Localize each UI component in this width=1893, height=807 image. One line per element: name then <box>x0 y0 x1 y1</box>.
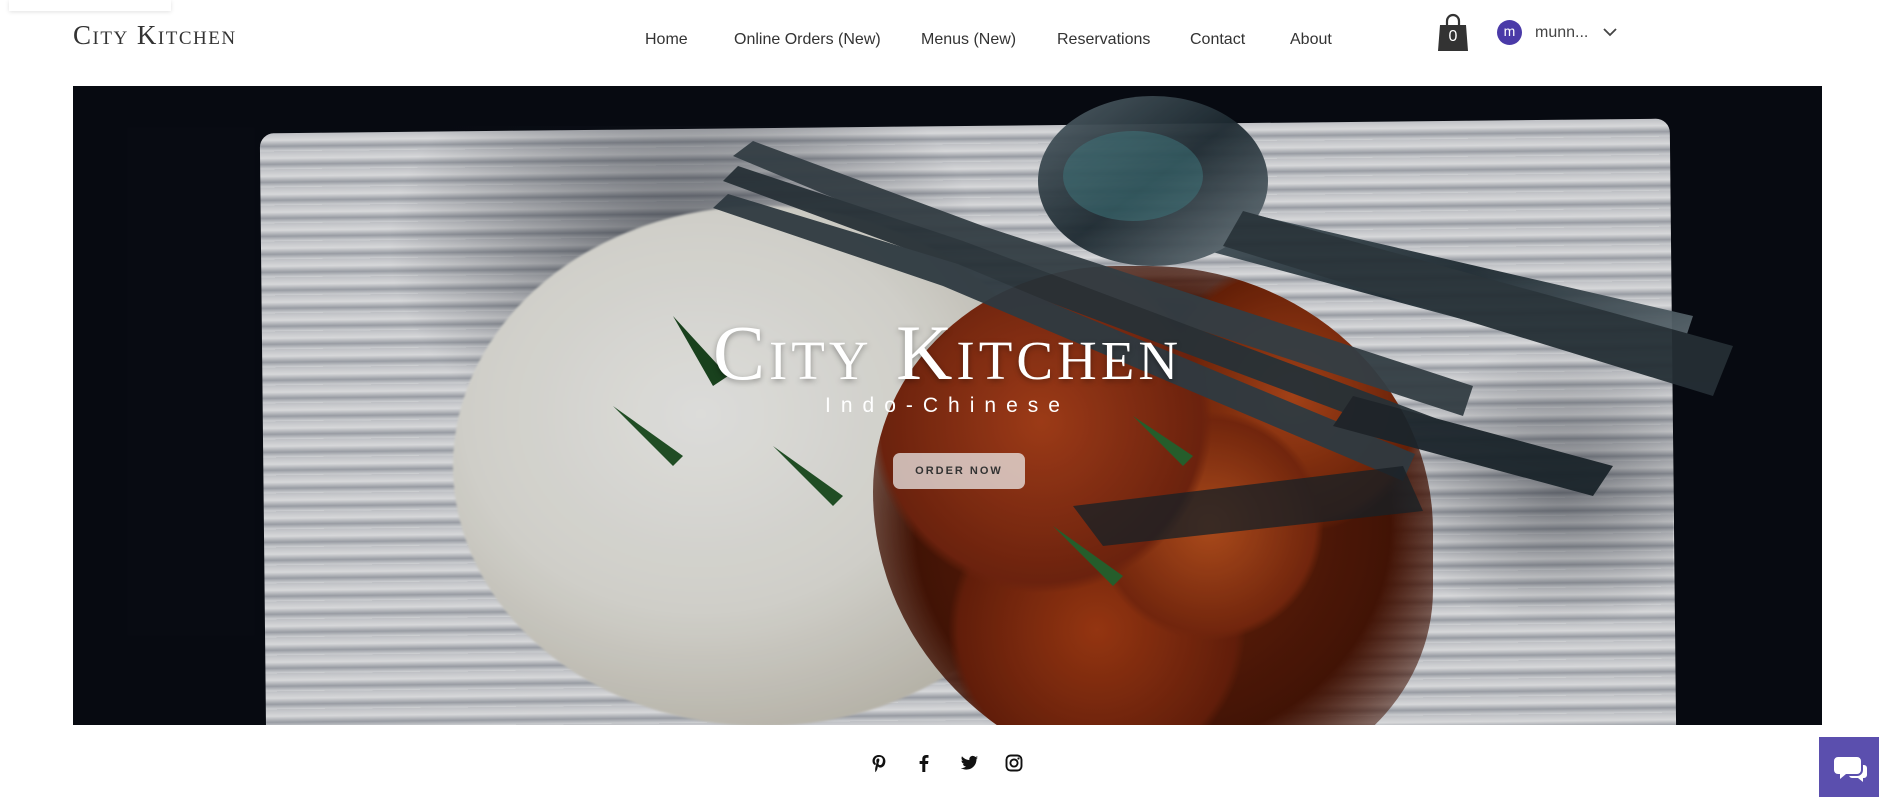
twitter-icon[interactable] <box>958 752 980 774</box>
hero-title: City Kitchen <box>712 309 1183 396</box>
hero-banner: City Kitchen Indo-Chinese ORDER NOW <box>73 86 1822 725</box>
cart-count: 0 <box>1448 28 1458 45</box>
order-now-button[interactable]: ORDER NOW <box>893 453 1025 489</box>
nav-item-online-orders[interactable]: Online Orders (New) <box>734 31 881 49</box>
nav-item-menus[interactable]: Menus (New) <box>921 31 1016 49</box>
site-logo[interactable]: City Kitchen <box>73 20 237 51</box>
nav-item-home[interactable]: Home <box>645 31 688 49</box>
nav-item-contact[interactable]: Contact <box>1190 31 1245 49</box>
instagram-icon[interactable] <box>1003 752 1025 774</box>
top-left-panel-edge <box>9 0 171 11</box>
chat-bubble-icon <box>1834 757 1867 782</box>
chat-button[interactable] <box>1819 737 1879 797</box>
hero-subtitle: Indo-Chinese <box>825 394 1070 417</box>
shopping-cart-button[interactable]: 0 <box>1437 13 1469 53</box>
nav-item-reservations[interactable]: Reservations <box>1057 31 1150 49</box>
nav-item-about[interactable]: About <box>1290 31 1332 49</box>
avatar: m <box>1497 20 1522 45</box>
pinterest-icon[interactable] <box>868 752 890 774</box>
chevron-down-icon[interactable] <box>1602 25 1618 39</box>
facebook-icon[interactable] <box>913 752 935 774</box>
account-name: munn... <box>1535 24 1589 41</box>
